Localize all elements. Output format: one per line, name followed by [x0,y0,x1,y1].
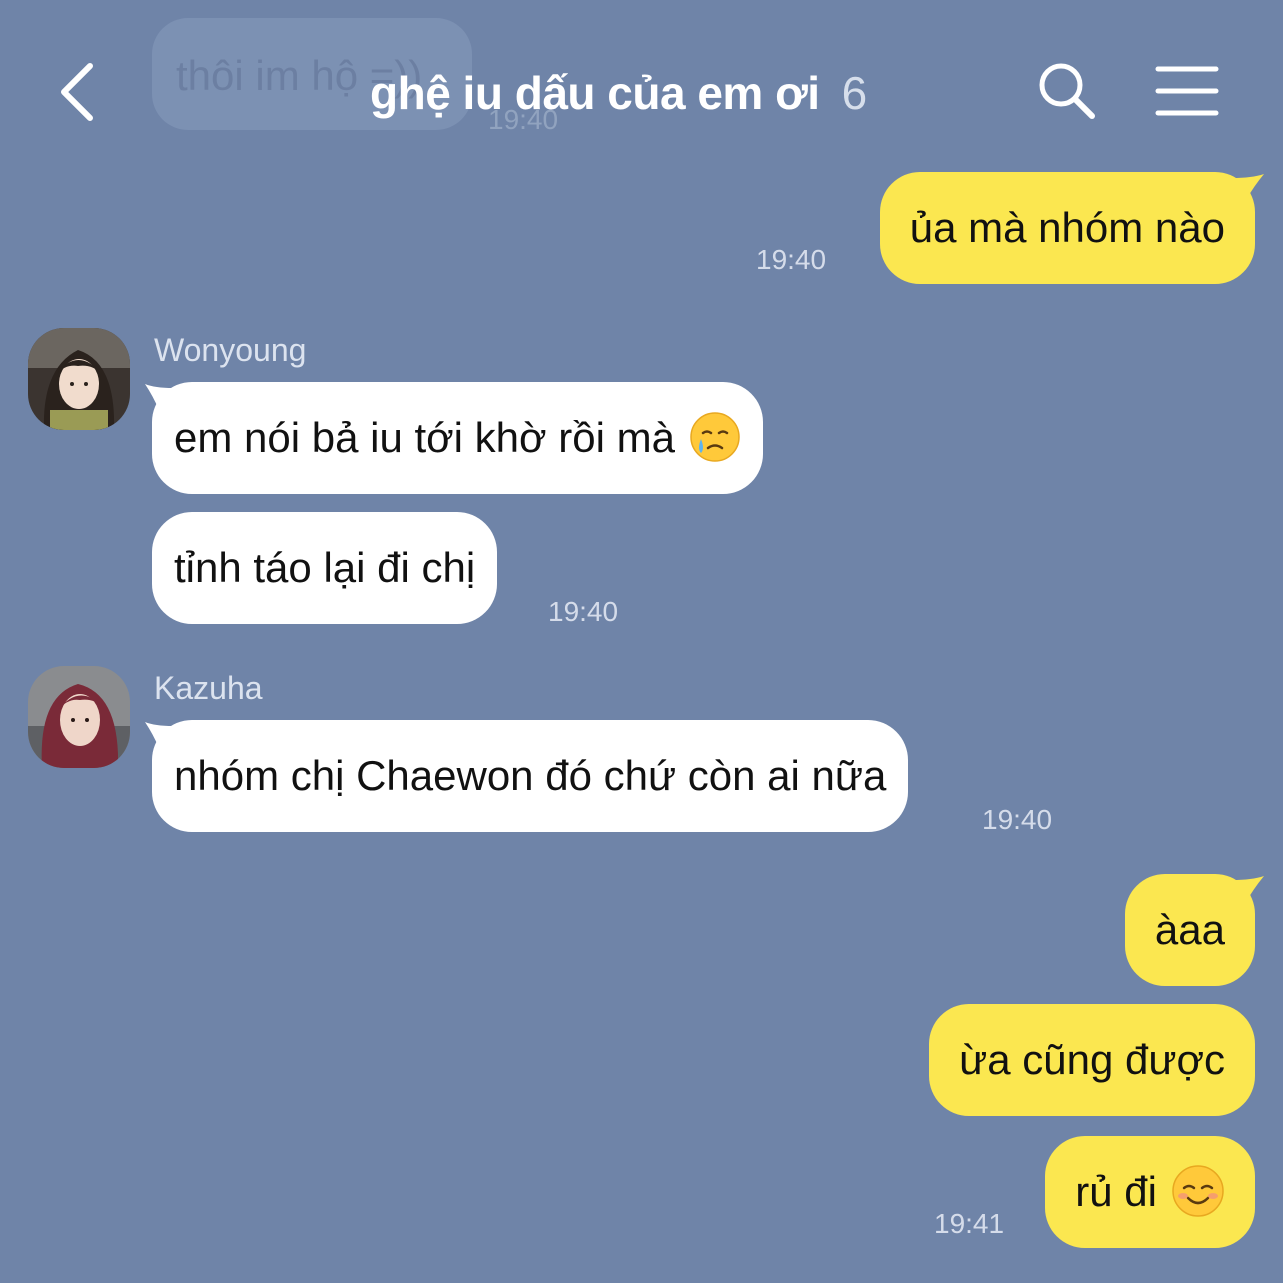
bubble-tail [145,722,173,748]
their-message-bubble[interactable]: nhóm chị Chaewon đó chứ còn ai nữa [152,720,909,832]
message-text: ừa cũng được [959,1036,1225,1083]
menu-button[interactable] [1154,64,1220,118]
chevron-left-icon [61,63,93,121]
message-time: 19:41 [934,1208,1005,1239]
crying-smile-emoji [690,412,740,462]
my-message-bubble[interactable]: ủa mà nhóm nào [879,172,1255,284]
sender-name-kazuha: Kazuha [154,670,263,706]
avatar-kazuha[interactable] [28,666,130,768]
message-time: 19:40 [548,596,619,627]
message-text: tỉnh táo lại đi chị [174,544,476,591]
message-text: àaa [1154,906,1225,953]
message-time: 19:40 [982,804,1053,835]
member-count: 6 [841,67,868,119]
bubble-tail [1232,876,1264,902]
message-text: nhóm chị Chaewon đó chứ còn ai nữa [174,752,887,799]
search-icon [1039,63,1095,119]
sender-name-wonyoung: Wonyoung [154,332,307,368]
chat-title[interactable]: ghệ iu dấu của em ơi 6 [370,66,867,120]
message-time: 19:40 [756,244,827,275]
hamburger-menu-icon [1155,66,1219,116]
their-message-bubble[interactable]: tỉnh táo lại đi chị [152,512,498,624]
chat-title-text: ghệ iu dấu của em ơi [370,67,820,119]
smiling-blush-emoji [1172,1165,1224,1217]
avatar-wonyoung[interactable] [28,328,130,430]
message-text: rủ đi [1075,1168,1157,1215]
message-text: ủa mà nhóm nào [909,204,1225,251]
my-message-bubble[interactable]: ừa cũng được [929,1004,1255,1116]
avatar-image [28,328,130,430]
search-button[interactable] [1036,60,1098,122]
back-button[interactable] [52,60,102,124]
chat-header: ghệ iu dấu của em ơi 6 [0,0,1283,170]
bubble-tail [1232,174,1264,200]
bubble-tail [145,384,173,410]
avatar-image [28,666,130,768]
their-message-bubble[interactable]: em nói bả iu tới khờ rồi mà [152,382,763,494]
my-message-bubble[interactable]: rủ đi [1045,1136,1255,1248]
message-text: em nói bả iu tới khờ rồi mà [174,414,675,461]
